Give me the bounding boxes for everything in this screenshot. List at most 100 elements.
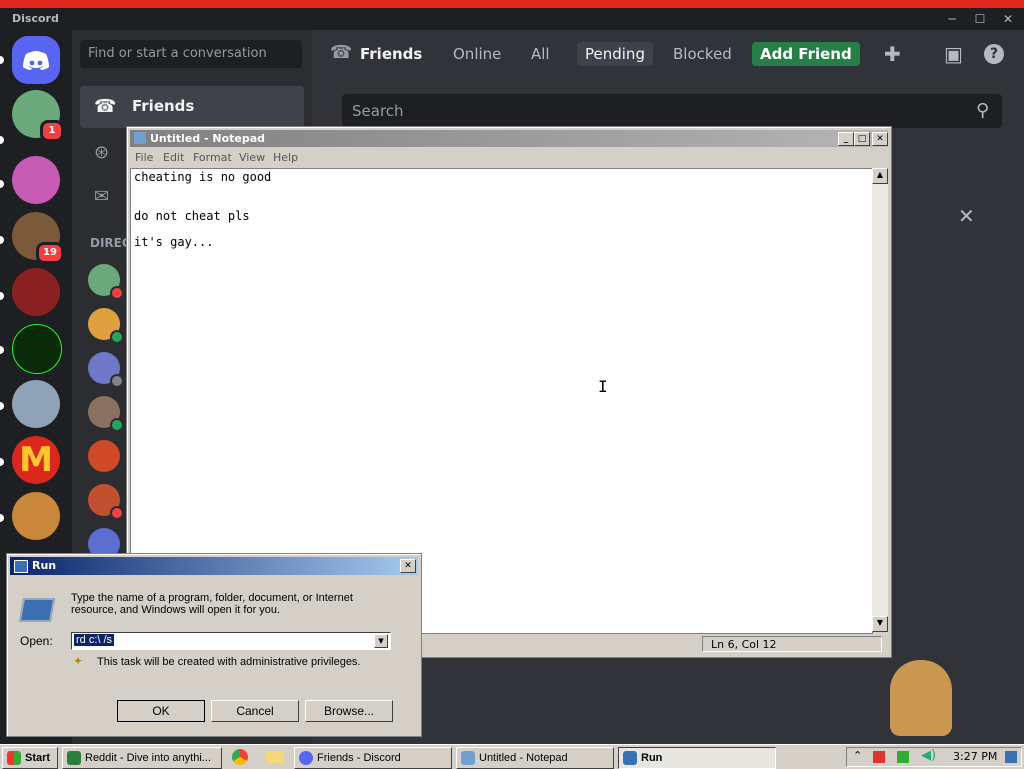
friends-icon: ☎ bbox=[330, 42, 353, 63]
dropdown-arrow-icon[interactable]: ▼ bbox=[374, 634, 388, 648]
run-dialog: Run ✕ Type the name of a program, folder… bbox=[6, 553, 422, 737]
discord-titlebar: Discord ─ ☐ ✕ bbox=[0, 8, 1024, 30]
selected-pip bbox=[0, 56, 4, 64]
start-button[interactable]: Start bbox=[2, 747, 58, 769]
offline-status-icon bbox=[110, 374, 124, 388]
show-desktop-icon[interactable] bbox=[1005, 751, 1017, 763]
search-icon: ⚲ bbox=[976, 100, 990, 121]
clock[interactable]: 3:27 PM bbox=[953, 750, 997, 763]
tab-pending[interactable]: Pending bbox=[577, 42, 653, 66]
mention-badge: 19 bbox=[36, 242, 64, 264]
minimize-icon[interactable]: ─ bbox=[944, 11, 960, 27]
help-icon[interactable]: ? bbox=[984, 44, 1004, 64]
chrome-icon[interactable] bbox=[232, 749, 248, 765]
network-icon[interactable] bbox=[897, 751, 909, 763]
close-icon[interactable]: ✕ bbox=[1000, 11, 1016, 27]
unread-pip bbox=[0, 292, 4, 300]
run-titlebar[interactable]: Run ✕ bbox=[10, 557, 418, 575]
discord-task-icon bbox=[299, 751, 313, 766]
dm-search-input[interactable]: Find or start a conversation bbox=[80, 40, 302, 68]
discord-home-icon[interactable] bbox=[12, 36, 60, 84]
close-button[interactable]: ✕ bbox=[400, 559, 416, 573]
task-label: Reddit - Dive into anythi... bbox=[85, 752, 211, 764]
ok-button[interactable]: OK bbox=[117, 700, 205, 722]
app-title: Discord bbox=[12, 12, 59, 25]
new-group-dm-icon[interactable]: ✚ bbox=[884, 42, 901, 66]
notepad-title: Untitled - Notepad bbox=[150, 132, 266, 145]
sidebar-item-friends[interactable]: ☎ Friends bbox=[80, 86, 304, 128]
friends-title: Friends bbox=[360, 45, 423, 63]
menu-edit[interactable]: Edit bbox=[163, 151, 184, 164]
run-task-icon bbox=[623, 751, 637, 766]
tray-expand-icon[interactable]: ⌃ bbox=[853, 749, 862, 762]
run-description: Type the name of a program, folder, docu… bbox=[71, 592, 353, 616]
hamster-image bbox=[890, 660, 952, 736]
unread-pip bbox=[0, 236, 4, 244]
system-tray: ⌃ ◀) 3:27 PM bbox=[846, 747, 1022, 767]
dm-avatar[interactable] bbox=[88, 440, 120, 472]
text-line: cheating is no good bbox=[134, 170, 272, 184]
unread-pip bbox=[0, 136, 4, 144]
friends-search-input[interactable]: Search ⚲ bbox=[342, 94, 1002, 128]
search-placeholder: Search bbox=[352, 102, 404, 120]
browse-button[interactable]: Browse... bbox=[305, 700, 393, 722]
tab-online[interactable]: Online bbox=[445, 42, 509, 66]
task-notepad[interactable]: Untitled - Notepad bbox=[456, 747, 614, 769]
envelope-icon: ✉ bbox=[94, 186, 110, 207]
admin-shield-icon: ✦ bbox=[73, 654, 84, 668]
start-label: Start bbox=[25, 752, 51, 764]
nitro-icon: ⊛ bbox=[94, 142, 110, 163]
menu-view[interactable]: View bbox=[239, 151, 265, 164]
mcdonalds-icon[interactable]: M bbox=[12, 436, 60, 484]
text-cursor-icon: I bbox=[598, 377, 608, 396]
task-reddit[interactable]: Reddit - Dive into anythi... bbox=[62, 747, 222, 769]
add-friend-button[interactable]: Add Friend bbox=[752, 42, 860, 66]
unread-pip bbox=[0, 402, 4, 410]
text-line: it's gay... bbox=[134, 235, 214, 249]
maximize-button[interactable]: □ bbox=[854, 132, 870, 146]
task-discord[interactable]: Friends - Discord bbox=[294, 747, 452, 769]
notepad-titlebar[interactable]: Untitled - Notepad _ □ ✕ bbox=[130, 130, 888, 147]
menu-format[interactable]: Format bbox=[193, 151, 232, 164]
task-label: Untitled - Notepad bbox=[479, 752, 568, 764]
mention-badge: 1 bbox=[40, 120, 64, 142]
friends-topnav: ☎ Friends Online All Pending Blocked Add… bbox=[312, 30, 1024, 78]
unread-pip bbox=[0, 346, 4, 354]
sidebar-item-label: Friends bbox=[132, 97, 195, 115]
server-icon[interactable] bbox=[12, 268, 60, 316]
server-icon[interactable] bbox=[12, 324, 62, 374]
online-status-icon bbox=[110, 330, 124, 344]
burger-icon[interactable] bbox=[12, 492, 60, 540]
scroll-up-arrow-icon[interactable]: ▲ bbox=[872, 168, 888, 184]
close-button[interactable]: ✕ bbox=[872, 132, 888, 146]
run-program-icon bbox=[18, 598, 56, 622]
open-combobox[interactable]: rd c:\ /s ▼ bbox=[71, 632, 391, 650]
menu-file[interactable]: File bbox=[135, 151, 153, 164]
task-run[interactable]: Run bbox=[618, 747, 776, 769]
tab-all[interactable]: All bbox=[523, 42, 558, 66]
close-icon[interactable]: ✕ bbox=[958, 204, 975, 228]
inbox-icon[interactable]: ▣ bbox=[944, 42, 963, 66]
unread-pip bbox=[0, 514, 4, 522]
server-icon[interactable] bbox=[12, 156, 60, 204]
open-label: Open: bbox=[20, 634, 53, 648]
server-icon[interactable] bbox=[12, 380, 60, 428]
unread-pip bbox=[0, 180, 4, 188]
volume-icon[interactable]: ◀) bbox=[921, 748, 936, 763]
cancel-button[interactable]: Cancel bbox=[211, 700, 299, 722]
task-label: Friends - Discord bbox=[317, 752, 401, 764]
cursor-position: Ln 6, Col 12 bbox=[702, 636, 882, 652]
dnd-status-icon bbox=[110, 506, 124, 520]
scroll-down-arrow-icon[interactable]: ▼ bbox=[872, 616, 888, 632]
minimize-button[interactable]: _ bbox=[838, 132, 854, 146]
top-red-strip bbox=[0, 0, 1024, 8]
vertical-scrollbar[interactable]: ▲ ▼ bbox=[872, 168, 888, 632]
open-input-value[interactable]: rd c:\ /s bbox=[74, 634, 115, 646]
tab-blocked[interactable]: Blocked bbox=[665, 42, 740, 66]
notepad-icon bbox=[134, 132, 146, 144]
reddit-task-icon bbox=[67, 751, 81, 766]
flag-icon[interactable] bbox=[873, 751, 885, 763]
folder-icon[interactable] bbox=[266, 751, 284, 763]
maximize-icon[interactable]: ☐ bbox=[972, 11, 988, 27]
menu-help[interactable]: Help bbox=[273, 151, 298, 164]
